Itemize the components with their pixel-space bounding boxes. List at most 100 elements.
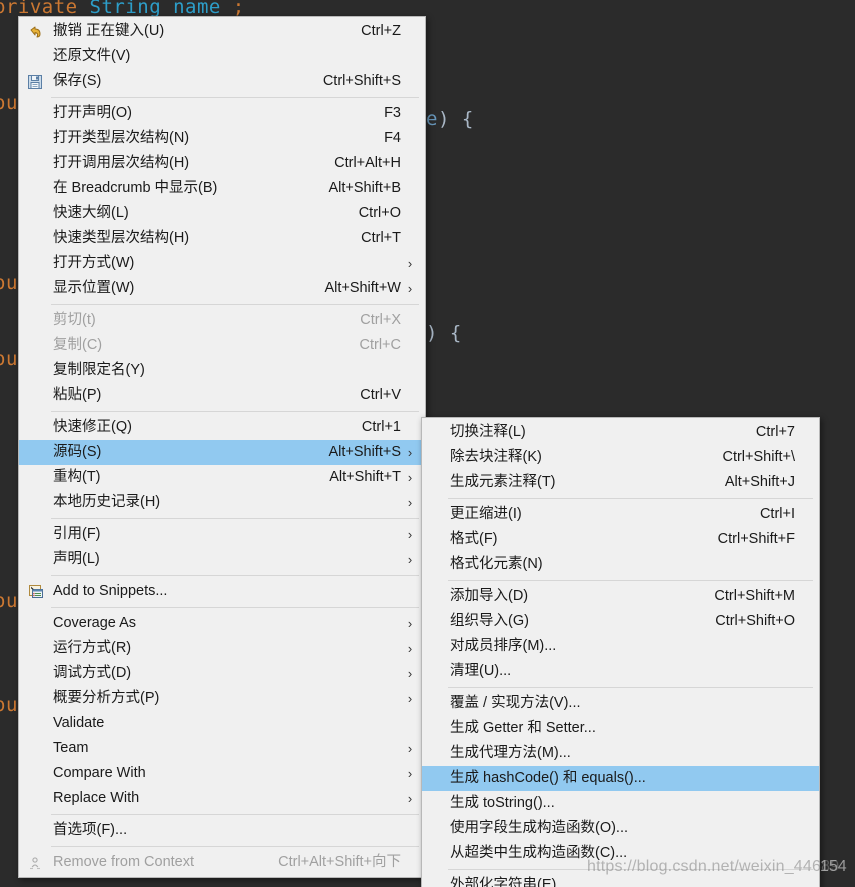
editor-context-menu[interactable]: 撤销 正在键入(U)Ctrl+Z›还原文件(V)›保存(S)Ctrl+Shift… bbox=[18, 16, 426, 878]
menu-item[interactable]: 复制(C)Ctrl+C› bbox=[19, 333, 425, 358]
no-icon bbox=[422, 659, 448, 684]
no-icon bbox=[19, 358, 51, 383]
no-icon bbox=[19, 415, 51, 440]
menu-item[interactable]: 对成员排序(M)...› bbox=[422, 634, 819, 659]
no-icon bbox=[19, 611, 51, 636]
menu-item[interactable]: 剪切(t)Ctrl+X› bbox=[19, 308, 425, 333]
menu-item[interactable]: Replace With › bbox=[19, 786, 425, 811]
menu-item[interactable]: Compare With › bbox=[19, 761, 425, 786]
menu-item[interactable]: 首选项(F)...› bbox=[19, 818, 425, 843]
menu-item-label: 打开类型层次结构(N) bbox=[53, 130, 190, 146]
menu-item[interactable]: Add to Snippets...› bbox=[19, 579, 425, 604]
menu-separator bbox=[448, 498, 813, 499]
menu-item[interactable]: 生成 toString()...› bbox=[422, 791, 819, 816]
menu-item[interactable]: 快速修正(Q)Ctrl+1› bbox=[19, 415, 425, 440]
menu-item-label: 生成元素注释(T) bbox=[450, 474, 556, 490]
no-icon bbox=[422, 873, 448, 887]
menu-item[interactable]: 快速大纲(L)Ctrl+O› bbox=[19, 201, 425, 226]
menu-item[interactable]: 引用(F) › bbox=[19, 522, 425, 547]
no-icon bbox=[422, 609, 448, 634]
menu-item[interactable]: Team › bbox=[19, 736, 425, 761]
menu-item-shortcut: Ctrl+I bbox=[759, 506, 795, 522]
remove-ctx-icon bbox=[19, 850, 51, 875]
code-line: ou bbox=[0, 694, 18, 716]
menu-item[interactable]: 重构(T) Alt+Shift+T › bbox=[19, 465, 425, 490]
no-icon bbox=[19, 761, 51, 786]
menu-item[interactable]: 粘贴(P)Ctrl+V› bbox=[19, 383, 425, 408]
menu-item[interactable]: 从超类中生成构造函数(C)...› bbox=[422, 841, 819, 866]
no-icon bbox=[19, 490, 51, 515]
submenu-chevron-right-icon: › bbox=[407, 641, 413, 656]
menu-item[interactable]: 在 Breadcrumb 中显示(B)Alt+Shift+B› bbox=[19, 176, 425, 201]
menu-item-label: 粘贴(P) bbox=[53, 387, 102, 403]
menu-item[interactable]: 除去块注释(K)Ctrl+Shift+\› bbox=[422, 445, 819, 470]
no-icon bbox=[422, 445, 448, 470]
menu-item[interactable]: 还原文件(V)› bbox=[19, 44, 425, 69]
menu-item[interactable]: 打开类型层次结构(N)F4› bbox=[19, 126, 425, 151]
code-token: ou bbox=[0, 590, 18, 612]
code-line: ou bbox=[0, 92, 18, 114]
menu-item[interactable]: 打开方式(W) › bbox=[19, 251, 425, 276]
no-icon bbox=[19, 383, 51, 408]
menu-item[interactable]: 打开声明(O)F3› bbox=[19, 101, 425, 126]
save-icon bbox=[19, 69, 51, 94]
menu-item[interactable]: Remove from ContextCtrl+Alt+Shift+向下› bbox=[19, 850, 425, 875]
menu-item-label: 覆盖 / 实现方法(V)... bbox=[450, 695, 581, 711]
menu-item-label: 在 Breadcrumb 中显示(B) bbox=[53, 180, 218, 196]
no-icon bbox=[422, 791, 448, 816]
menu-item[interactable]: Coverage As › bbox=[19, 611, 425, 636]
menu-item-label: 引用(F) bbox=[53, 526, 101, 542]
menu-item[interactable]: 格式(F)Ctrl+Shift+F› bbox=[422, 527, 819, 552]
code-line: ou bbox=[0, 272, 18, 294]
menu-separator bbox=[51, 304, 419, 305]
no-icon bbox=[422, 816, 448, 841]
menu-item[interactable]: 声明(L) › bbox=[19, 547, 425, 572]
menu-item-shortcut: Alt+Shift+S bbox=[328, 444, 401, 460]
no-icon bbox=[422, 420, 448, 445]
menu-item[interactable]: 调试方式(D) › bbox=[19, 661, 425, 686]
menu-item[interactable]: Validate› bbox=[19, 711, 425, 736]
menu-separator bbox=[51, 575, 419, 576]
menu-item[interactable]: 覆盖 / 实现方法(V)...› bbox=[422, 691, 819, 716]
menu-separator bbox=[448, 869, 813, 870]
menu-item[interactable]: 撤销 正在键入(U)Ctrl+Z› bbox=[19, 19, 425, 44]
source-submenu[interactable]: 切换注释(L)Ctrl+7›除去块注释(K)Ctrl+Shift+\›生成元素注… bbox=[421, 417, 820, 887]
menu-item[interactable]: 生成代理方法(M)...› bbox=[422, 741, 819, 766]
menu-item[interactable]: 生成 Getter 和 Setter...› bbox=[422, 716, 819, 741]
no-icon bbox=[422, 634, 448, 659]
submenu-chevron-right-icon: › bbox=[407, 691, 413, 706]
menu-item[interactable]: 使用字段生成构造函数(O)...› bbox=[422, 816, 819, 841]
menu-item[interactable]: 切换注释(L)Ctrl+7› bbox=[422, 420, 819, 445]
menu-item-label: 快速类型层次结构(H) bbox=[53, 230, 190, 246]
menu-item[interactable]: 快速类型层次结构(H)Ctrl+T› bbox=[19, 226, 425, 251]
no-icon bbox=[19, 522, 51, 547]
menu-item[interactable]: 概要分析方式(P) › bbox=[19, 686, 425, 711]
no-icon bbox=[19, 786, 51, 811]
menu-item[interactable]: 组织导入(G)Ctrl+Shift+O› bbox=[422, 609, 819, 634]
menu-item[interactable]: 运行方式(R) › bbox=[19, 636, 425, 661]
menu-item[interactable]: 更正缩进(I)Ctrl+I› bbox=[422, 502, 819, 527]
menu-item[interactable]: 外部化字符串(E)...› bbox=[422, 873, 819, 887]
menu-item[interactable]: 格式化元素(N)› bbox=[422, 552, 819, 577]
menu-item-label: 快速修正(Q) bbox=[53, 419, 132, 435]
menu-item[interactable]: 复制限定名(Y)› bbox=[19, 358, 425, 383]
menu-item[interactable]: 生成元素注释(T)Alt+Shift+J› bbox=[422, 470, 819, 495]
menu-item[interactable]: 显示位置(W) Alt+Shift+W › bbox=[19, 276, 425, 301]
menu-item[interactable]: 添加导入(D)Ctrl+Shift+M› bbox=[422, 584, 819, 609]
menu-item-shortcut: Ctrl+X bbox=[360, 312, 401, 328]
code-token: e bbox=[426, 108, 438, 130]
menu-item-shortcut: F3 bbox=[384, 105, 401, 121]
menu-item-label: 本地历史记录(H) bbox=[53, 494, 161, 510]
menu-item-label: 切换注释(L) bbox=[450, 424, 526, 440]
menu-item[interactable]: 保存(S)Ctrl+Shift+S› bbox=[19, 69, 425, 94]
menu-item[interactable]: 打开调用层次结构(H)Ctrl+Alt+H› bbox=[19, 151, 425, 176]
menu-item-label: 撤销 正在键入(U) bbox=[53, 23, 165, 39]
menu-item-label: Replace With bbox=[53, 790, 140, 806]
menu-item[interactable]: 本地历史记录(H) › bbox=[19, 490, 425, 515]
menu-item[interactable]: 生成 hashCode() 和 equals()...› bbox=[422, 766, 819, 791]
no-icon bbox=[19, 201, 51, 226]
menu-separator bbox=[51, 97, 419, 98]
no-icon bbox=[19, 711, 51, 736]
menu-item[interactable]: 清理(U)...› bbox=[422, 659, 819, 684]
menu-item[interactable]: 源码(S) Alt+Shift+S › bbox=[19, 440, 425, 465]
